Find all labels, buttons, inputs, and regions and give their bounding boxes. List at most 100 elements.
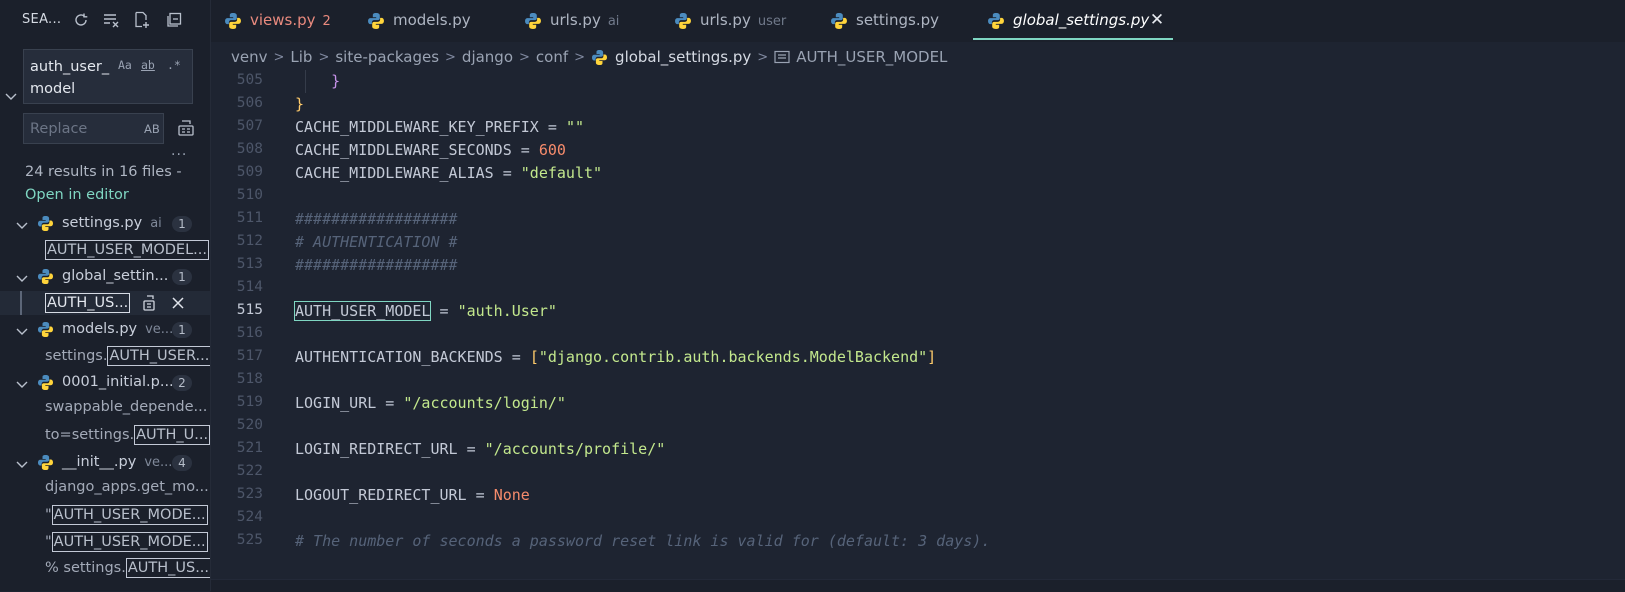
- code-text: AUTH_USER_MODEL = "auth.User": [293, 301, 557, 321]
- code-line[interactable]: 513 ##################: [211, 254, 1625, 277]
- search-sidebar: SEA... auth_user_ model Aa ab .* Replace…: [0, 0, 211, 591]
- editor-tab-bar: views.py 2 models.py urls.py ai urls.py use…: [211, 0, 1625, 42]
- code-line[interactable]: 522: [211, 461, 1625, 484]
- result-match[interactable]: % settings. AUTH_US...: [0, 556, 210, 580]
- code-line[interactable]: 506}: [211, 93, 1625, 116]
- result-file-settings[interactable]: settings.py ai 1: [0, 211, 210, 237]
- code-line[interactable]: 519 LOGIN_URL = "/accounts/login/": [211, 392, 1625, 415]
- code-line[interactable]: 508 CACHE_MIDDLEWARE_SECONDS = 600: [211, 139, 1625, 162]
- breadcrumb-item[interactable]: global_settings.py: [615, 48, 751, 66]
- match-case-toggle[interactable]: Aa: [118, 58, 132, 72]
- line-number: 518: [236, 371, 263, 387]
- code-line[interactable]: 514: [211, 277, 1625, 300]
- breadcrumb-item[interactable]: conf: [536, 48, 568, 66]
- python-file-icon: [674, 12, 692, 30]
- code-line[interactable]: 507 CACHE_MIDDLEWARE_KEY_PREFIX = "": [211, 116, 1625, 139]
- breadcrumb-item[interactable]: AUTH_USER_MODEL: [796, 48, 947, 66]
- tab-label: settings.py: [856, 11, 939, 29]
- line-number: 516: [236, 325, 263, 341]
- breadcrumb-item[interactable]: site-packages: [335, 48, 439, 66]
- code-line[interactable]: 510: [211, 185, 1625, 208]
- line-number: 505: [236, 72, 263, 88]
- search-input[interactable]: auth_user_ model Aa ab .*: [23, 49, 193, 104]
- result-match[interactable]: swappable_depende...: [0, 397, 210, 421]
- tab-label: views.py 2: [250, 11, 331, 29]
- code-line[interactable]: 525 # The number of seconds a password re…: [211, 530, 1625, 553]
- result-file-init[interactable]: __init__.py ve... 4: [0, 450, 210, 476]
- line-number: 517: [236, 348, 263, 364]
- chevron-down-icon: [15, 323, 29, 337]
- line-number: 510: [236, 187, 263, 203]
- code-line[interactable]: 512 # AUTHENTICATION #: [211, 231, 1625, 254]
- code-editor[interactable]: 505 } 506} 507 CACHE_MIDDLEWARE_KEY_PREFIX …: [211, 70, 1625, 579]
- toggle-search-details[interactable]: ...: [171, 143, 187, 159]
- result-file-name: models.py ve...: [62, 321, 174, 337]
- python-file-icon: [987, 12, 1005, 30]
- python-file-icon: [830, 12, 848, 30]
- result-match[interactable]: django_apps.get_mo...: [0, 477, 210, 501]
- result-file-global-settings[interactable]: global_settin... 1: [0, 264, 210, 290]
- result-match[interactable]: settings. AUTH_USER...: [0, 344, 210, 368]
- code-line[interactable]: 516: [211, 323, 1625, 346]
- chevron-down-icon[interactable]: [4, 88, 18, 102]
- code-line[interactable]: 517 AUTHENTICATION_BACKENDS = ["django.co…: [211, 346, 1625, 369]
- line-number: 522: [236, 463, 263, 479]
- breadcrumb-item[interactable]: django: [462, 48, 513, 66]
- code-line[interactable]: 521 LOGIN_REDIRECT_URL = "/accounts/profi…: [211, 438, 1625, 461]
- preserve-case-toggle[interactable]: AB: [144, 122, 160, 136]
- use-regex-toggle[interactable]: .*: [167, 58, 181, 72]
- result-match-selected[interactable]: AUTH_US...: [0, 291, 210, 315]
- result-match[interactable]: " AUTH_USER_MODE...: [0, 503, 210, 527]
- result-file-0001-initial[interactable]: 0001_initial.p... 2: [0, 370, 210, 396]
- new-search-editor-icon[interactable]: [131, 9, 153, 31]
- result-count-badge: 1: [172, 322, 192, 338]
- result-match[interactable]: to=settings. AUTH_U...: [0, 423, 210, 447]
- result-count-badge: 1: [172, 269, 192, 285]
- code-line[interactable]: 505 }: [211, 70, 1625, 93]
- horizontal-scrollbar[interactable]: [211, 579, 1625, 592]
- line-number: 523: [236, 486, 263, 502]
- result-file-name: 0001_initial.p...: [62, 374, 174, 390]
- code-line[interactable]: 509 CACHE_MIDDLEWARE_ALIAS = "default": [211, 162, 1625, 185]
- chevron-down-icon: [15, 376, 29, 390]
- code-line[interactable]: 518: [211, 369, 1625, 392]
- code-text: }: [295, 72, 341, 90]
- breadcrumb-item[interactable]: venv: [231, 48, 268, 66]
- code-text: LOGIN_URL = "/accounts/login/": [295, 394, 566, 412]
- replace-placeholder: Replace: [30, 121, 88, 137]
- line-number: 511: [236, 210, 263, 226]
- code-line[interactable]: 523 LOGOUT_REDIRECT_URL = None: [211, 484, 1625, 507]
- close-icon[interactable]: ✕: [1148, 10, 1166, 30]
- code-line[interactable]: 511 ##################: [211, 208, 1625, 231]
- code-line[interactable]: 524: [211, 507, 1625, 530]
- line-number: 521: [236, 440, 263, 456]
- breadcrumb: venv > Lib > site-packages > django > conf > …: [231, 48, 948, 66]
- result-file-models[interactable]: models.py ve... 1: [0, 317, 210, 343]
- refresh-icon[interactable]: [70, 9, 92, 31]
- result-match[interactable]: AUTH_USER_MODEL...: [0, 238, 210, 262]
- replace-all-icon[interactable]: [176, 118, 196, 138]
- result-match[interactable]: " AUTH_USER_MODE...: [0, 530, 210, 554]
- breadcrumb-item[interactable]: Lib: [290, 48, 312, 66]
- close-icon[interactable]: [169, 294, 187, 312]
- match-whole-word-toggle[interactable]: ab: [141, 58, 155, 72]
- replace-input[interactable]: Replace AB: [23, 113, 164, 144]
- python-file-icon: [367, 12, 385, 30]
- replace-icon[interactable]: [141, 294, 159, 312]
- code-text: LOGIN_REDIRECT_URL = "/accounts/profile/…: [295, 440, 666, 458]
- code-text: CACHE_MIDDLEWARE_KEY_PREFIX = "": [295, 118, 584, 136]
- open-in-editor-link[interactable]: Open in editor: [25, 187, 129, 203]
- code-line[interactable]: 520: [211, 415, 1625, 438]
- chevron-down-icon: [15, 456, 29, 470]
- clear-results-icon[interactable]: [101, 9, 123, 31]
- code-text: CACHE_MIDDLEWARE_ALIAS = "default": [295, 164, 603, 182]
- code-text: LOGOUT_REDIRECT_URL = None: [295, 486, 530, 504]
- line-number: 512: [236, 233, 263, 249]
- code-text: CACHE_MIDDLEWARE_SECONDS = 600: [295, 141, 566, 159]
- line-number: 524: [236, 509, 263, 525]
- line-number: 525: [236, 532, 263, 548]
- line-number: 519: [236, 394, 263, 410]
- line-number: 513: [236, 256, 263, 272]
- code-line[interactable]: 515 AUTH_USER_MODEL = "auth.User": [211, 300, 1625, 323]
- collapse-all-icon[interactable]: [163, 9, 185, 31]
